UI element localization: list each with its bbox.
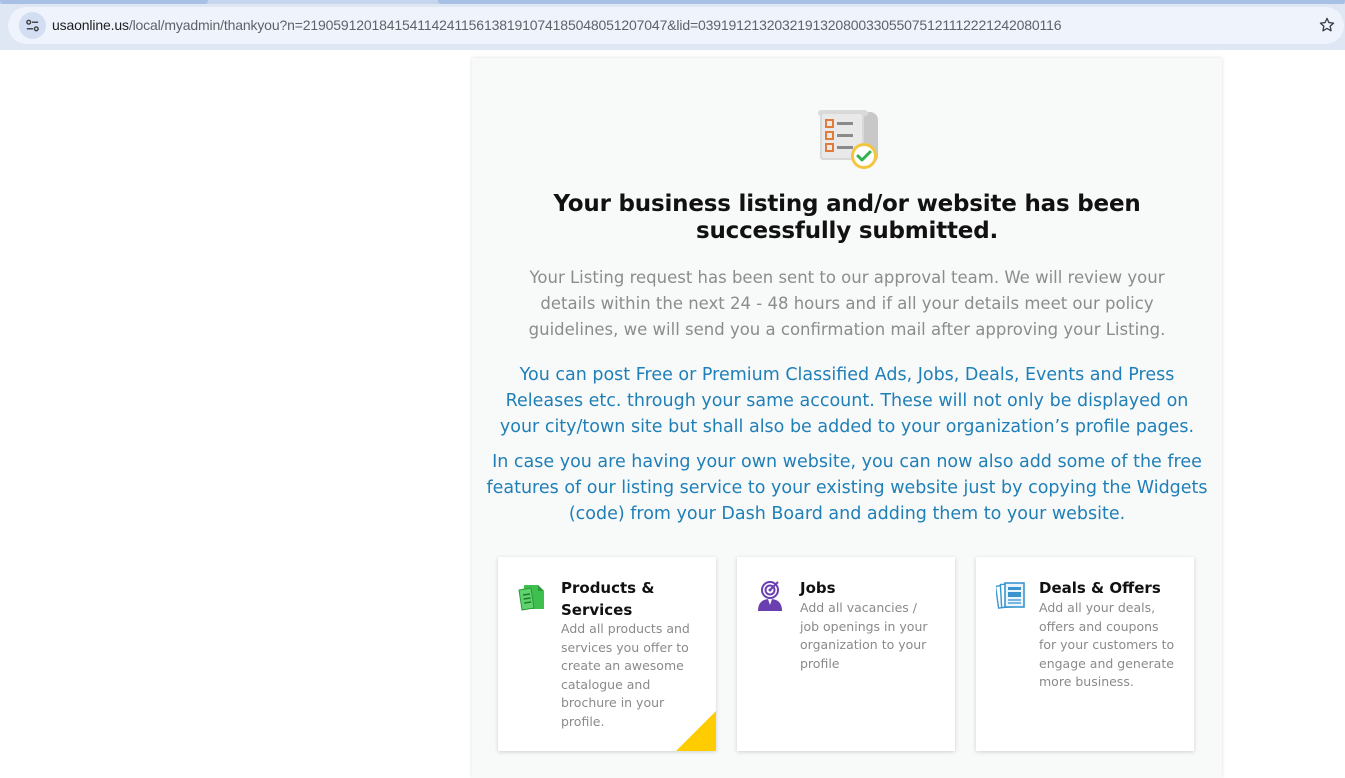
listing-checklist-icon — [812, 104, 882, 174]
site-info-icon[interactable] — [19, 12, 46, 39]
tab-strip — [0, 0, 1345, 4]
feature-title: Deals & Offers — [1039, 579, 1161, 597]
page-title: Your business listing and/or website has… — [553, 191, 1141, 244]
feature-card-deals[interactable]: Deals & Offers Add all your deals, offer… — [976, 557, 1194, 751]
url-host: usaonline.us — [52, 17, 129, 33]
products-box-icon — [518, 581, 546, 611]
promo-post-ads: You can post Free or Premium Classified … — [499, 365, 1195, 437]
address-bar[interactable]: usaonline.us/local/myadmin/thankyou?n=21… — [8, 7, 1344, 44]
approval-description: Your Listing request has been sent to ou… — [528, 268, 1166, 339]
inactive-tab-edge[interactable] — [438, 0, 1345, 4]
url-path: /local/myadmin/thankyou?n=21905912018415… — [128, 17, 1062, 33]
feature-description: Add all your deals, offers and coupons f… — [1039, 600, 1175, 690]
feature-card-jobs[interactable]: Jobs Add all vacancies / job openings in… — [737, 557, 955, 751]
promo-widgets: In case you are having your own website,… — [486, 452, 1208, 524]
corner-accent — [676, 711, 716, 751]
feature-card-products[interactable]: Products & Services Add all products and… — [498, 557, 716, 751]
url-text[interactable]: usaonline.us/local/myadmin/thankyou?n=21… — [52, 17, 1062, 33]
deals-documents-icon — [994, 581, 1025, 611]
feature-description: Add all vacancies / job openings in your… — [800, 600, 928, 671]
jobs-person-target-icon — [757, 581, 785, 611]
browser-toolbar: usaonline.us/local/myadmin/thankyou?n=21… — [0, 0, 1345, 50]
active-tab-edge[interactable] — [0, 0, 208, 4]
feature-title: Products & Services — [561, 579, 655, 619]
bookmark-star-icon[interactable] — [1318, 16, 1336, 34]
feature-title: Jobs — [800, 579, 836, 597]
thankyou-card: Your business listing and/or website has… — [472, 58, 1222, 778]
